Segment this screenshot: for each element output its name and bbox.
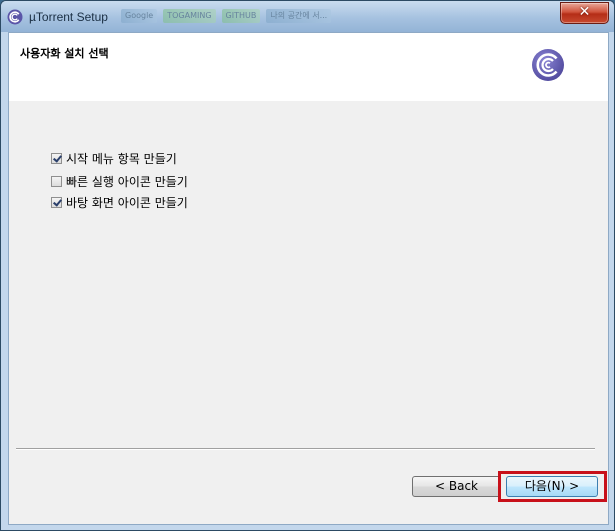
checkbox-checked[interactable] <box>51 196 62 208</box>
utorrent-icon <box>7 9 23 25</box>
option-label: 바탕 화면 아이콘 만들기 <box>66 195 188 210</box>
background-tab: TOGAMING <box>163 9 216 23</box>
background-tab: 나의 공간에 서... <box>266 9 332 23</box>
option-quick-launch[interactable]: 빠른 실행 아이콘 만들기 <box>51 173 188 189</box>
utorrent-logo-icon <box>532 49 564 81</box>
option-label: 빠른 실행 아이콘 만들기 <box>66 174 188 189</box>
dialog-body: 사용자화 설치 선택 시작 메뉴 항목 만들기 빠른 실행 아이콘 만들기 바탕… <box>8 32 609 525</box>
checkbox-unchecked[interactable] <box>51 175 62 187</box>
options-area: 시작 메뉴 항목 만들기 빠른 실행 아이콘 만들기 바탕 화면 아이콘 만들기 <box>9 101 608 446</box>
close-button[interactable]: ✕ <box>560 2 609 24</box>
background-tab: Google <box>121 9 158 23</box>
background-tab: GITHUB <box>221 9 261 23</box>
checkbox-checked[interactable] <box>51 152 62 164</box>
option-label: 시작 메뉴 항목 만들기 <box>66 151 177 166</box>
close-icon: ✕ <box>578 4 591 20</box>
page-title: 사용자화 설치 선택 <box>20 47 109 60</box>
option-desktop-icon[interactable]: 바탕 화면 아이콘 만들기 <box>51 194 188 210</box>
divider <box>16 448 595 450</box>
background-tabs: Google TOGAMING GITHUB 나의 공간에 서... <box>121 9 381 25</box>
option-start-menu[interactable]: 시작 메뉴 항목 만들기 <box>51 150 177 166</box>
setup-window: µTorrent Setup Google TOGAMING GITHUB 나의… <box>0 0 615 531</box>
title-bar[interactable]: µTorrent Setup Google TOGAMING GITHUB 나의… <box>1 1 614 32</box>
window-title: µTorrent Setup <box>29 10 108 24</box>
header-panel: 사용자화 설치 선택 <box>9 33 608 101</box>
back-button[interactable]: < Back <box>412 476 501 497</box>
next-button[interactable]: 다음(N) > <box>506 476 598 497</box>
